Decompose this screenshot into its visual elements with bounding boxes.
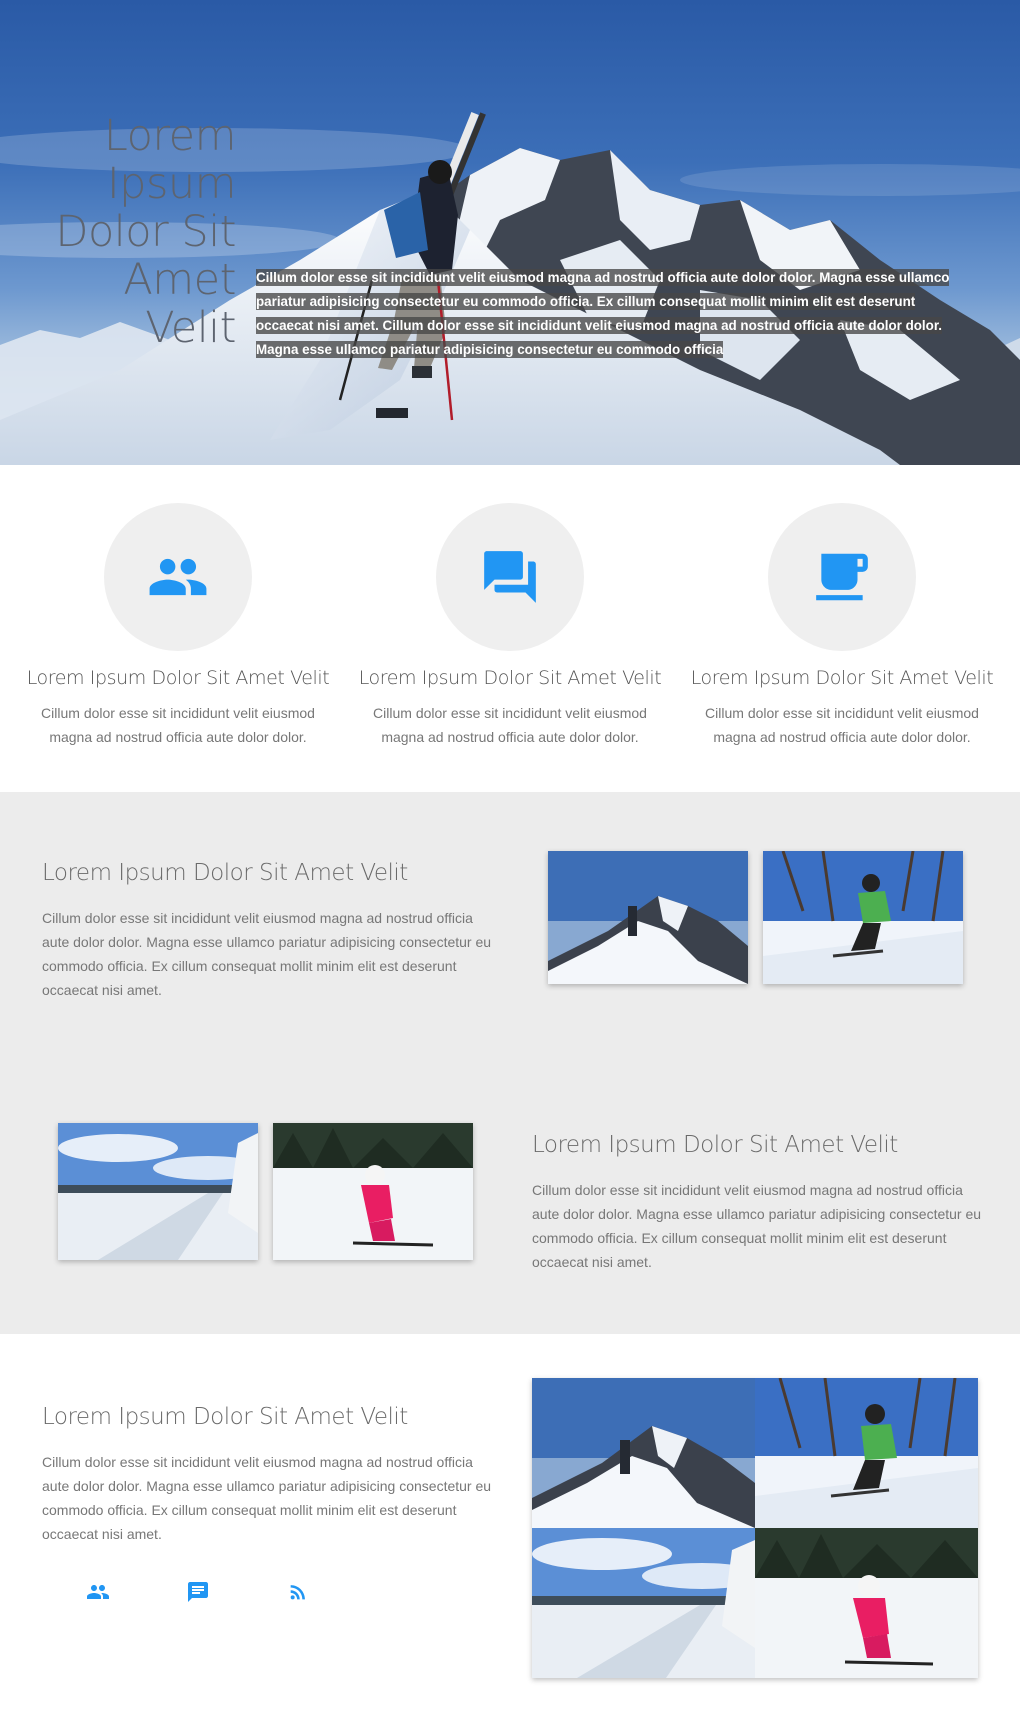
people-icon (149, 558, 207, 596)
feature-text: Cillum dolor esse sit incididunt velit e… (705, 705, 979, 745)
block-text: Cillum dolor esse sit incididunt velit e… (532, 1182, 982, 1270)
people-icon[interactable] (84, 1578, 112, 1606)
block-title: Lorem Ipsum Dolor Sit Amet Velit (532, 1132, 898, 1158)
feature-icon-circle (768, 503, 916, 651)
chat-icon[interactable] (184, 1578, 212, 1606)
feature-text: Cillum dolor esse sit incididunt velit e… (373, 705, 647, 745)
content-band: Lorem Ipsum Dolor Sit Amet Velit Cillum … (0, 792, 1020, 1334)
block-title: Lorem Ipsum Dolor Sit Amet Velit (42, 860, 408, 886)
pink-skier-tile[interactable] (755, 1528, 978, 1678)
feature-icon-circle (436, 503, 584, 651)
forum-icon (484, 551, 536, 603)
hero-title-line: Dolor Sit (55, 207, 236, 257)
hero-section: Lorem Ipsum Dolor Sit Amet Velit Cillum … (0, 0, 1020, 465)
feature-title: Lorem Ipsum Dolor Sit Amet Velit (26, 667, 330, 689)
mountain-thumbnail[interactable] (548, 851, 748, 984)
block-title: Lorem Ipsum Dolor Sit Amet Velit (42, 1404, 408, 1430)
feature-icon-circle (104, 503, 252, 651)
road-thumbnail[interactable] (58, 1123, 258, 1260)
hero-text: Cillum dolor esse sit incididunt velit e… (256, 266, 961, 362)
skier-thumbnail[interactable] (763, 851, 963, 984)
hero-title-line: Ipsum (106, 159, 237, 209)
hero-title: Lorem Ipsum Dolor Sit Amet Velit (0, 112, 236, 352)
pink-skier-thumbnail[interactable] (273, 1123, 473, 1260)
hero-text-highlight: Cillum dolor esse sit incididunt velit e… (256, 269, 950, 358)
gallery-section: Lorem Ipsum Dolor Sit Amet Velit Cillum … (0, 1334, 1020, 1722)
block-text: Cillum dolor esse sit incididunt velit e… (42, 1454, 492, 1542)
road-tile[interactable] (532, 1528, 755, 1678)
features-section: Lorem Ipsum Dolor Sit Amet Velit Cillum … (0, 465, 1020, 792)
hero-title-line: Velit (145, 303, 236, 353)
feature-text: Cillum dolor esse sit incididunt velit e… (41, 705, 315, 745)
hero-title-line: Lorem (103, 111, 237, 161)
mountain-tile[interactable] (532, 1378, 755, 1528)
feature-title: Lorem Ipsum Dolor Sit Amet Velit (690, 667, 994, 689)
rss-icon[interactable] (284, 1578, 312, 1606)
block-text: Cillum dolor esse sit incididunt velit e… (42, 910, 492, 998)
coffee-cup-icon (816, 553, 868, 601)
feature-title: Lorem Ipsum Dolor Sit Amet Velit (358, 667, 662, 689)
hero-title-line: Amet (123, 255, 236, 305)
photo-mosaic (532, 1378, 978, 1678)
skier-tile[interactable] (755, 1378, 978, 1528)
